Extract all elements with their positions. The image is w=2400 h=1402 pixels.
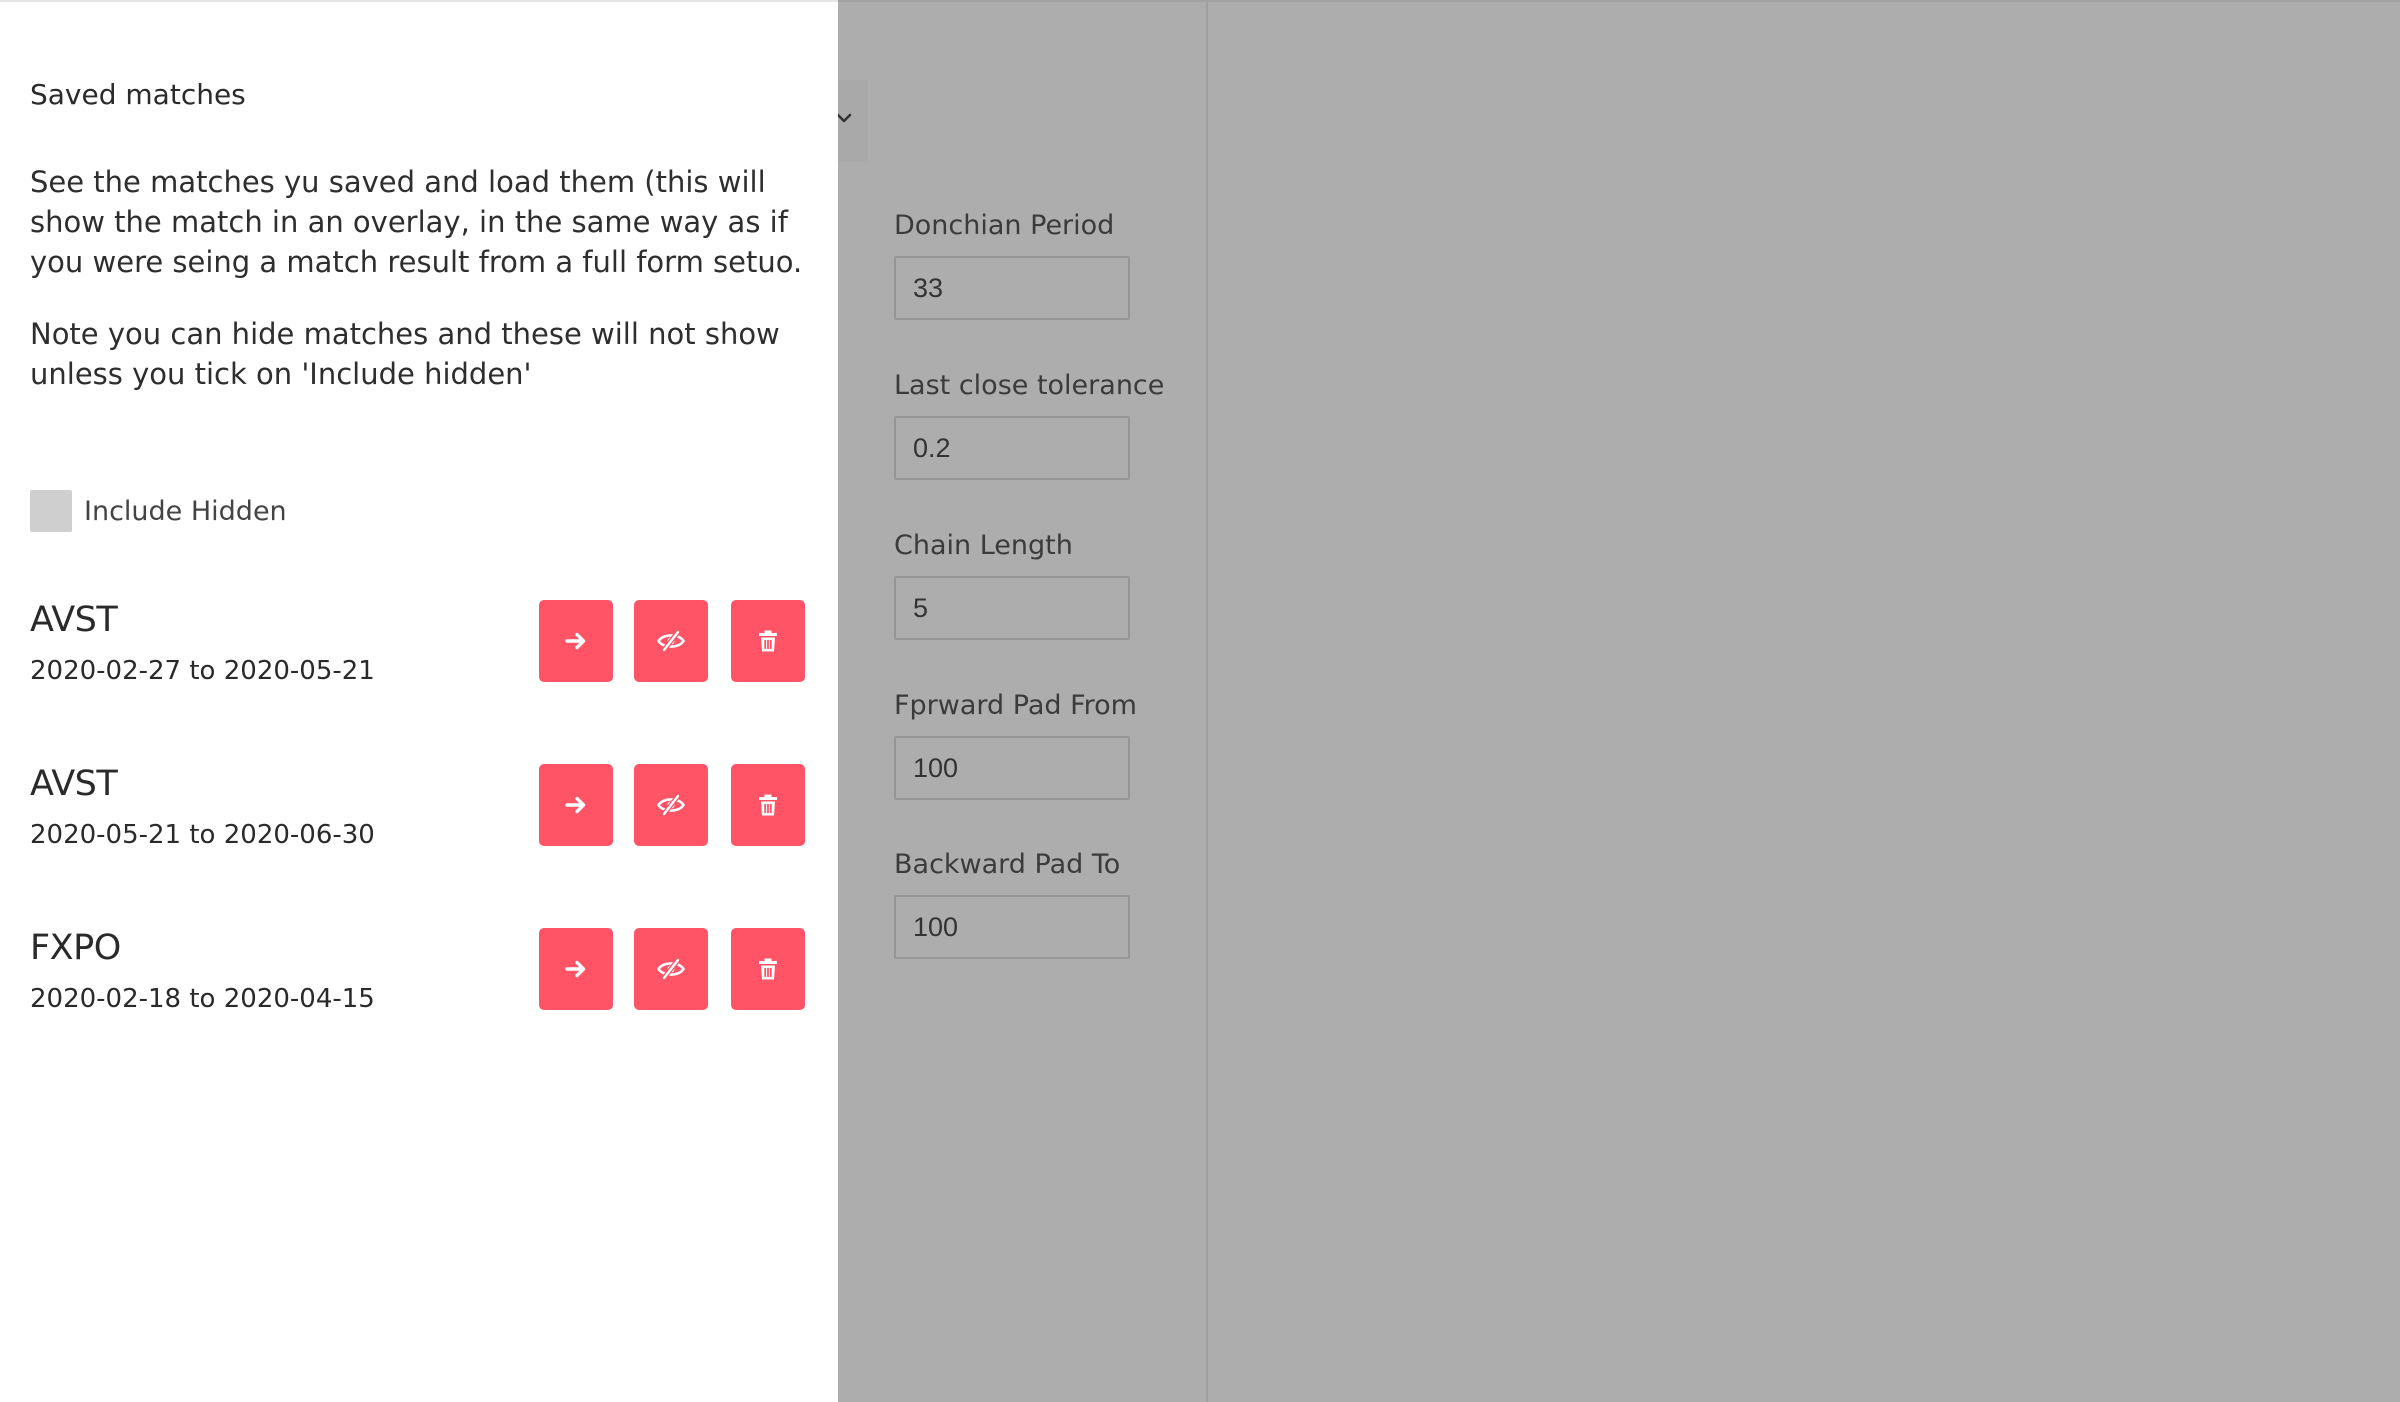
delete-match-button[interactable] [731, 600, 805, 682]
trash-icon [759, 794, 777, 816]
drawer-description: See the matches yu saved and load them (… [30, 165, 803, 279]
eye-slash-icon [656, 630, 686, 652]
saved-matches-drawer: Saved matches See the matches yu saved a… [0, 0, 838, 1402]
backward-pad-to-label: Backward Pad To [894, 849, 1121, 880]
match-symbol: AVST [30, 600, 118, 640]
eye-slash-icon [656, 958, 686, 980]
last-close-tolerance-field: Last close tolerance 0.2 [894, 366, 1165, 480]
match-item: AVST 2020-02-27 to 2020-05-21 [30, 600, 805, 690]
hide-match-button[interactable] [634, 600, 708, 682]
backward-pad-to-input: 100 [894, 895, 1130, 959]
drawer-note: Note you can hide matches and these will… [30, 317, 780, 391]
match-symbol: AVST [30, 764, 118, 804]
arrow-right-icon [565, 960, 586, 978]
forward-pad-from-label: Fprward Pad From [894, 690, 1137, 721]
forward-pad-from-field: Fprward Pad From 100 [894, 686, 1154, 800]
donchian-period-field: Donchian Period 33 [894, 206, 1154, 320]
include-hidden-row[interactable]: Include Hidden [30, 490, 287, 532]
eye-slash-icon [656, 794, 686, 816]
delete-match-button[interactable] [731, 764, 805, 846]
hide-match-button[interactable] [634, 764, 708, 846]
arrow-right-icon [565, 632, 586, 650]
hide-match-button[interactable] [634, 928, 708, 1010]
include-hidden-label[interactable]: Include Hidden [84, 496, 287, 527]
match-item: FXPO 2020-02-18 to 2020-04-15 [30, 928, 805, 1018]
trash-icon [759, 630, 777, 652]
load-match-button[interactable] [539, 600, 613, 682]
include-hidden-checkbox[interactable] [30, 490, 72, 532]
chain-length-input: 5 [894, 576, 1130, 640]
match-item: AVST 2020-05-21 to 2020-06-30 [30, 764, 805, 854]
chain-length-label: Chain Length [894, 530, 1073, 561]
last-close-tolerance-input: 0.2 [894, 416, 1130, 480]
column-divider [1206, 0, 1208, 1402]
delete-match-button[interactable] [731, 928, 805, 1010]
donchian-period-label: Donchian Period [894, 210, 1115, 241]
chain-length-field: Chain Length 5 [894, 526, 1154, 640]
match-date-range: 2020-05-21 to 2020-06-30 [30, 820, 375, 850]
load-match-button[interactable] [539, 764, 613, 846]
match-symbol: FXPO [30, 928, 121, 968]
donchian-period-input: 33 [894, 256, 1130, 320]
backward-pad-to-field: Backward Pad To 100 [894, 845, 1154, 959]
trash-icon [759, 958, 777, 980]
last-close-tolerance-label: Last close tolerance [894, 370, 1165, 401]
arrow-right-icon [565, 796, 586, 814]
forward-pad-from-input: 100 [894, 736, 1130, 800]
match-date-range: 2020-02-18 to 2020-04-15 [30, 984, 375, 1014]
match-date-range: 2020-02-27 to 2020-05-21 [30, 656, 375, 686]
load-match-button[interactable] [539, 928, 613, 1010]
drawer-title: Saved matches [30, 78, 246, 111]
